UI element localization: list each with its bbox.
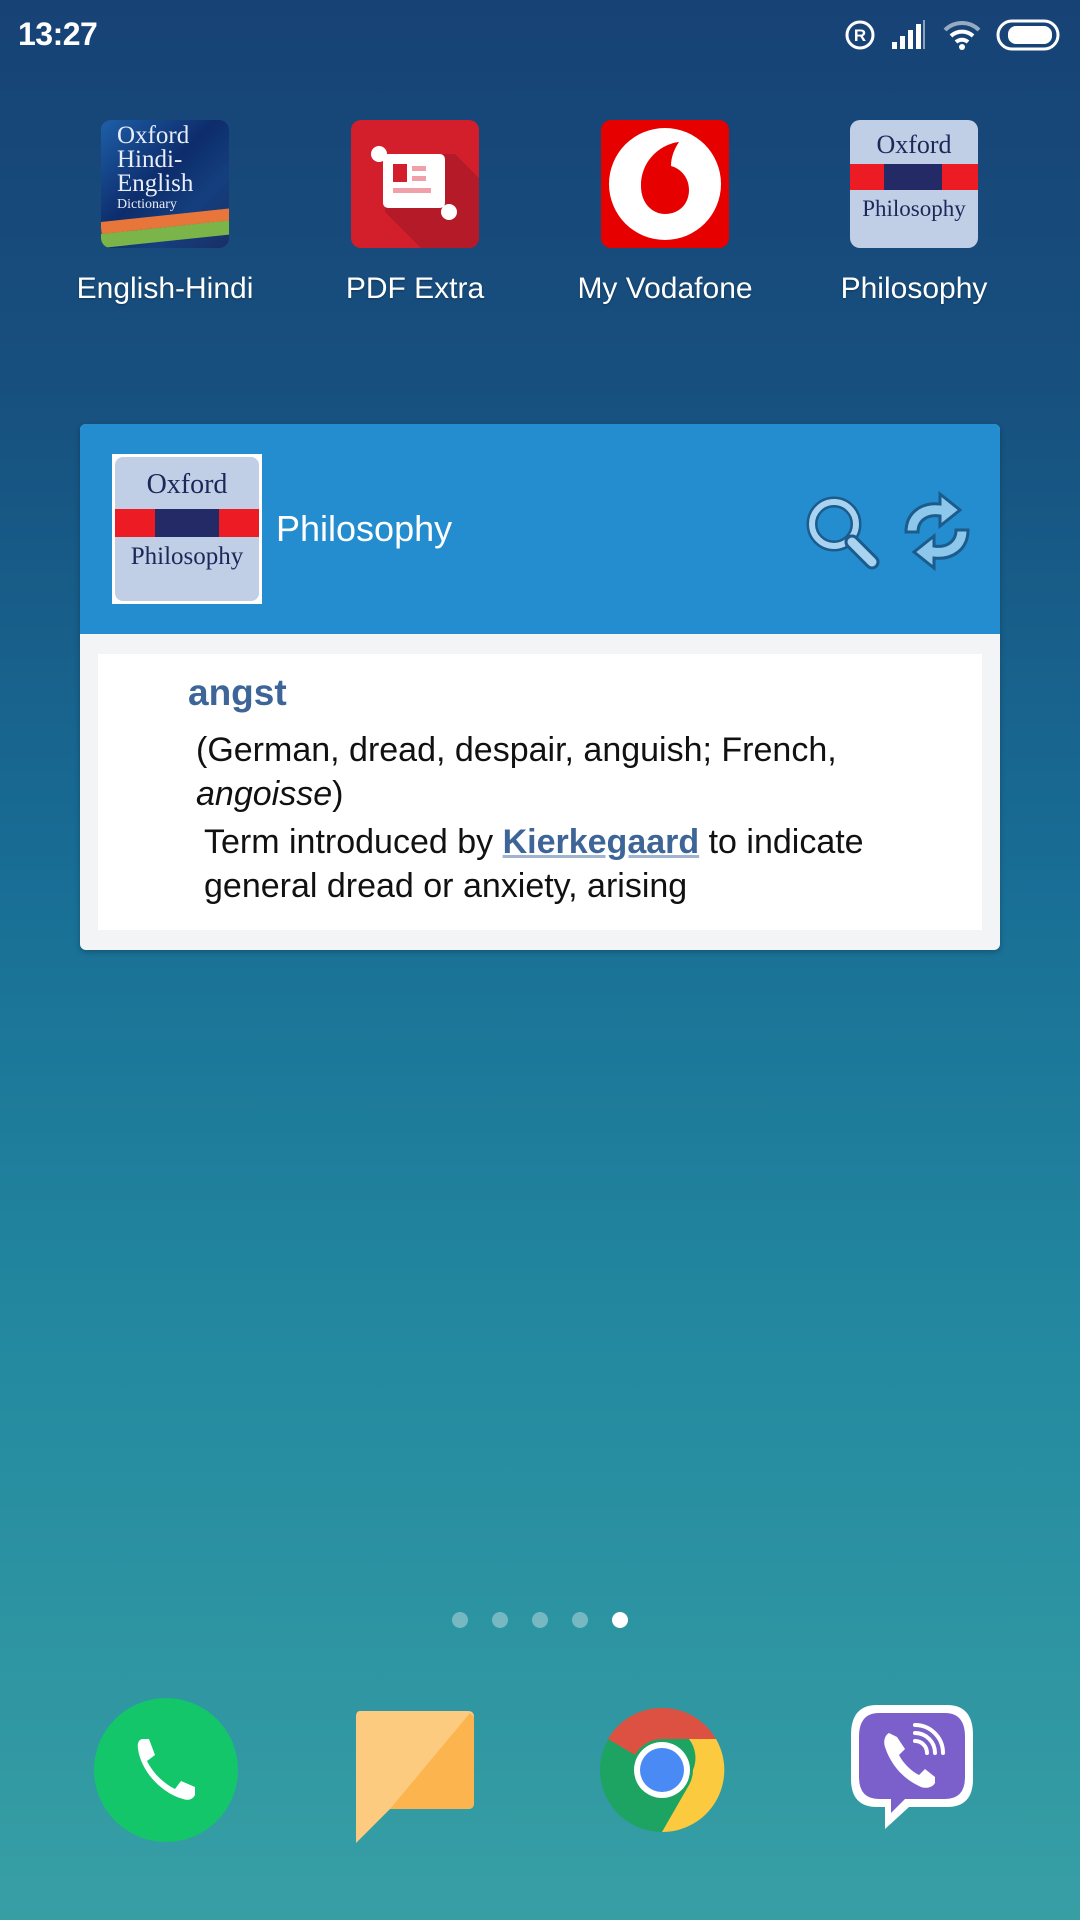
widget-refresh-button[interactable] [896, 490, 978, 572]
app-label: My Vodafone [577, 272, 753, 305]
icon-text: Oxford [876, 130, 952, 159]
signal-icon [892, 20, 925, 49]
page-dot-2[interactable] [492, 1612, 508, 1628]
etymology-text: ) [332, 775, 344, 813]
oxford-philosophy-logo[interactable]: Oxford Philosophy [112, 454, 262, 604]
icon-text: Dictionary [117, 197, 177, 212]
logo-text: Oxford [146, 469, 228, 500]
etymology-text: (German, dread, despair, anguish; French… [196, 731, 837, 769]
refresh-icon [904, 490, 970, 572]
search-icon [806, 496, 880, 570]
dictionary-entry[interactable]: angst (German, dread, despair, anguish; … [98, 654, 982, 930]
etymology-italic: angoisse [196, 775, 333, 813]
entry-headword: angst [188, 672, 287, 713]
messages-icon [356, 1711, 474, 1843]
phone-icon [94, 1698, 238, 1842]
chrome-icon [600, 1707, 725, 1833]
svg-text:R: R [854, 26, 866, 45]
vodafone-icon [601, 120, 729, 248]
kierkegaard-link[interactable]: Kierkegaard [503, 823, 700, 861]
oxford-hindi-english-icon: Oxford Hindi- English Dictionary [101, 120, 229, 248]
icon-text: English [117, 170, 194, 197]
app-pdf-extra[interactable]: PDF Extra [290, 120, 540, 306]
wifi-icon [943, 20, 981, 50]
widget-title: Philosophy [276, 508, 453, 549]
dock-viber[interactable] [837, 1695, 987, 1845]
app-label: English-Hindi [76, 272, 254, 305]
widget-search-button[interactable] [802, 492, 882, 572]
definition-text: Term introduced by [204, 823, 503, 861]
app-label: PDF Extra [345, 272, 485, 305]
status-bar: 13:27 R [0, 0, 1080, 72]
status-time: 13:27 [18, 16, 98, 52]
page-dot-4[interactable] [572, 1612, 588, 1628]
entry-definition: Term introduced by Kierkegaard to indica… [204, 820, 964, 908]
pdf-extra-icon [351, 120, 479, 248]
entry-etymology: (German, dread, despair, anguish; French… [196, 728, 956, 816]
app-my-vodafone[interactable]: My Vodafone [540, 120, 790, 306]
oxford-philosophy-icon: Oxford Philosophy [850, 120, 978, 248]
widget-header: Oxford Philosophy Philosophy [80, 424, 1000, 634]
icon-text: Philosophy [862, 196, 966, 221]
dock-phone[interactable] [91, 1695, 241, 1845]
dock-messages[interactable] [340, 1695, 490, 1845]
philosophy-widget[interactable]: Oxford Philosophy Philosophy angst (Germ… [80, 424, 1000, 950]
icon-text: Oxford [117, 122, 190, 149]
app-philosophy[interactable]: Oxford Philosophy Philosophy [789, 120, 1039, 306]
app-label: Philosophy [840, 272, 988, 305]
dock-chrome[interactable] [587, 1695, 737, 1845]
roaming-icon: R [845, 20, 875, 50]
app-english-hindi[interactable]: Oxford Hindi- English Dictionary English… [40, 120, 290, 306]
status-icons: R [844, 18, 1062, 52]
icon-text: Hindi- [117, 146, 183, 173]
battery-icon [996, 19, 1060, 51]
viber-icon [851, 1705, 973, 1829]
logo-text: Philosophy [130, 543, 244, 570]
page-dot-3[interactable] [532, 1612, 548, 1628]
page-dot-1[interactable] [452, 1612, 468, 1628]
page-dot-5-active[interactable] [612, 1612, 628, 1628]
page-indicator [452, 1612, 628, 1628]
